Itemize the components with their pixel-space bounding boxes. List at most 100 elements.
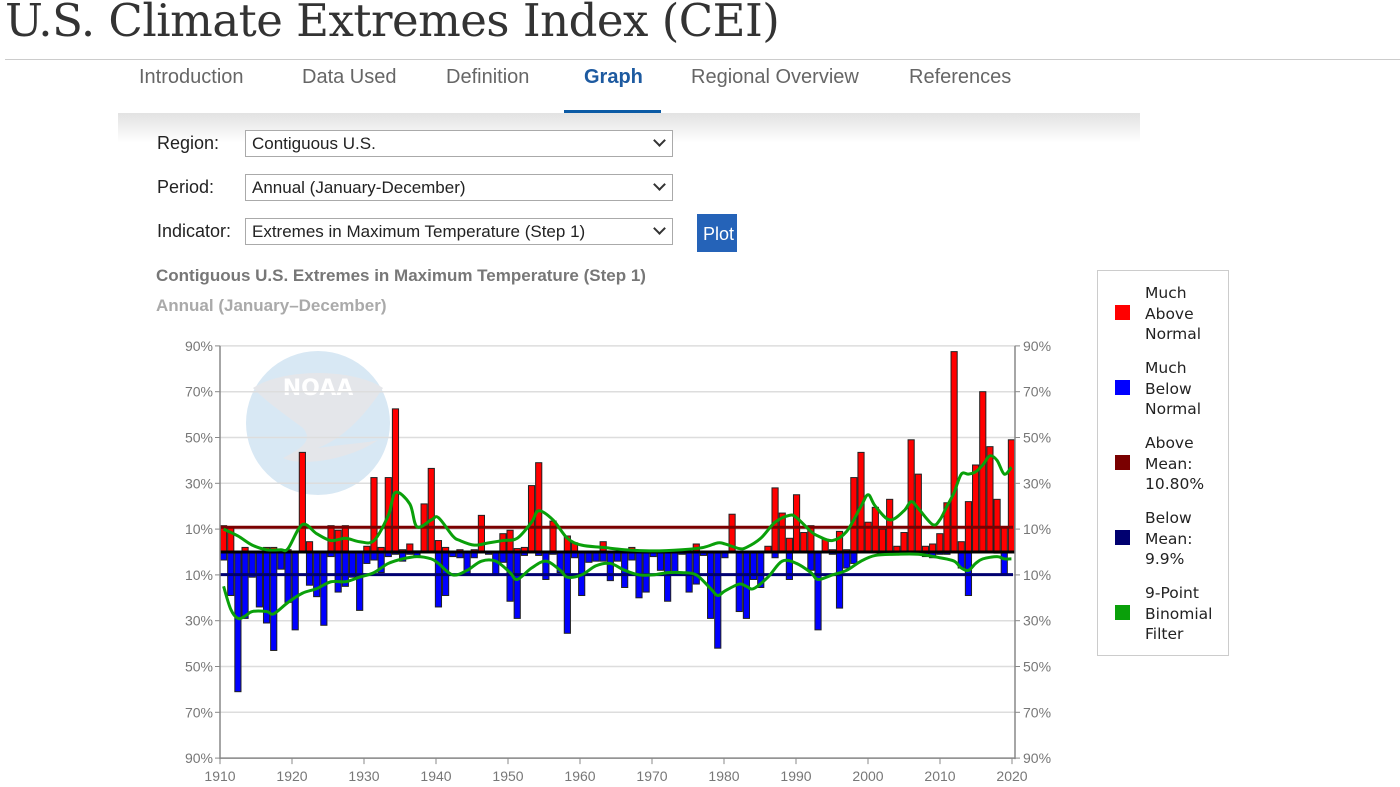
legend-label: Much Above Normal xyxy=(1145,284,1202,343)
x-tick-label: 2000 xyxy=(852,768,883,784)
chart-legend: Much Above Normal Much Below Normal Abov… xyxy=(1097,270,1229,656)
bar-much-below xyxy=(642,551,650,593)
bar-much-below xyxy=(284,551,292,603)
bar-much-below xyxy=(835,551,844,609)
x-tick-label: 1920 xyxy=(276,768,307,784)
bar-much-above xyxy=(972,464,980,553)
bar-much-above xyxy=(936,533,944,553)
y-tick-label-right: 30% xyxy=(1023,475,1051,491)
bar-much-below xyxy=(334,551,342,593)
x-tick-label: 2010 xyxy=(924,768,955,784)
bar-much-below xyxy=(291,551,299,631)
x-tick-label: 1980 xyxy=(708,768,739,784)
y-tick-label-left: 30% xyxy=(185,475,213,491)
legend-item-binomial-filter: 9-Point Binomial Filter xyxy=(1098,583,1228,645)
bar-much-below xyxy=(363,551,371,564)
bar-much-above xyxy=(907,439,915,553)
y-tick-label-left: 50% xyxy=(185,659,213,675)
bar-much-below xyxy=(814,551,822,631)
x-tick-label: 1960 xyxy=(564,768,595,784)
y-tick-label-right: 50% xyxy=(1023,430,1051,446)
legend-swatch xyxy=(1115,455,1130,470)
bar-much-below xyxy=(499,551,507,563)
legend-item-much-above: Much Above Normal xyxy=(1098,283,1228,345)
y-tick-label-left: 50% xyxy=(185,430,213,446)
bar-much-below xyxy=(843,551,851,569)
bar-much-below xyxy=(692,551,700,585)
bar-much-above xyxy=(549,520,557,553)
y-tick-label-right: 90% xyxy=(1023,338,1051,354)
x-tick-label: 1910 xyxy=(204,768,235,784)
bar-much-above xyxy=(535,462,543,553)
bar-much-below xyxy=(664,551,672,602)
bar-much-below xyxy=(1000,551,1008,575)
bar-much-above xyxy=(886,498,894,553)
y-tick-label-left: 90% xyxy=(185,338,213,354)
bar-much-above xyxy=(957,541,965,553)
legend-swatch xyxy=(1115,380,1130,395)
bar-much-above xyxy=(1007,439,1015,553)
x-tick-label: 1940 xyxy=(420,768,451,784)
bar-much-above xyxy=(477,514,485,553)
bar-much-above xyxy=(391,408,400,553)
y-tick-label-left: 90% xyxy=(185,750,213,766)
legend-swatch xyxy=(1115,530,1130,545)
bar-much-below xyxy=(255,551,263,608)
bar-much-above xyxy=(1000,526,1008,553)
legend-item-much-below: Much Below Normal xyxy=(1098,358,1228,420)
bar-much-above xyxy=(900,532,908,553)
bar-much-above xyxy=(499,533,507,553)
bar-much-below xyxy=(270,551,278,651)
y-tick-label-left: 10% xyxy=(185,521,213,537)
bar-much-below xyxy=(513,551,521,619)
y-tick-label-right: 50% xyxy=(1023,659,1051,675)
x-tick-label: 1990 xyxy=(780,768,811,784)
bar-much-above xyxy=(792,494,801,553)
y-tick-label-left: 10% xyxy=(185,567,213,583)
legend-item-above-mean: Above Mean: 10.80% xyxy=(1098,433,1228,495)
bar-much-below xyxy=(714,551,722,649)
x-tick-label: 1970 xyxy=(636,768,667,784)
y-tick-label-right: 30% xyxy=(1023,613,1051,629)
legend-label: Above Mean: 10.80% xyxy=(1145,434,1205,493)
legend-swatch xyxy=(1115,305,1130,320)
bar-much-above xyxy=(878,528,887,553)
bar-much-above xyxy=(427,467,435,553)
bar-much-below xyxy=(320,551,328,626)
bars xyxy=(220,351,1015,693)
bar-much-above xyxy=(871,506,879,553)
bar-much-below xyxy=(807,551,815,571)
bar-much-above xyxy=(986,446,994,553)
bar-much-below xyxy=(606,551,614,582)
bar-much-above xyxy=(800,532,808,553)
bar-much-below xyxy=(656,551,665,571)
legend-label: 9-Point Binomial Filter xyxy=(1145,584,1213,643)
y-tick-label-left: 70% xyxy=(185,704,213,720)
x-tick-label: 1950 xyxy=(492,768,523,784)
filter-lines xyxy=(222,454,1013,621)
legend-swatch xyxy=(1115,605,1130,620)
bar-much-below xyxy=(563,551,571,634)
bar-much-above xyxy=(305,541,314,553)
y-tick-label-right: 70% xyxy=(1023,384,1051,400)
bar-much-above xyxy=(950,351,958,553)
x-tick-label: 2020 xyxy=(996,768,1027,784)
bar-much-below xyxy=(671,551,679,572)
bar-much-below xyxy=(241,551,249,619)
y-tick-label-right: 10% xyxy=(1023,521,1051,537)
legend-label: Much Below Normal xyxy=(1145,359,1202,418)
legend-label: Below Mean: 9.9% xyxy=(1145,509,1193,568)
y-tick-label-left: 70% xyxy=(185,384,213,400)
y-tick-label-right: 90% xyxy=(1023,750,1051,766)
bar-much-above xyxy=(993,498,1001,553)
y-tick-label-right: 10% xyxy=(1023,567,1051,583)
bar-much-below xyxy=(850,551,858,564)
y-tick-label-left: 30% xyxy=(185,613,213,629)
bar-much-below xyxy=(234,551,242,693)
bar-much-above xyxy=(298,451,306,553)
bar-much-below xyxy=(585,551,593,563)
legend-item-below-mean: Below Mean: 9.9% xyxy=(1098,508,1228,570)
bar-much-below xyxy=(277,551,285,570)
bar-much-below xyxy=(735,551,743,613)
bar-much-below xyxy=(356,551,364,611)
